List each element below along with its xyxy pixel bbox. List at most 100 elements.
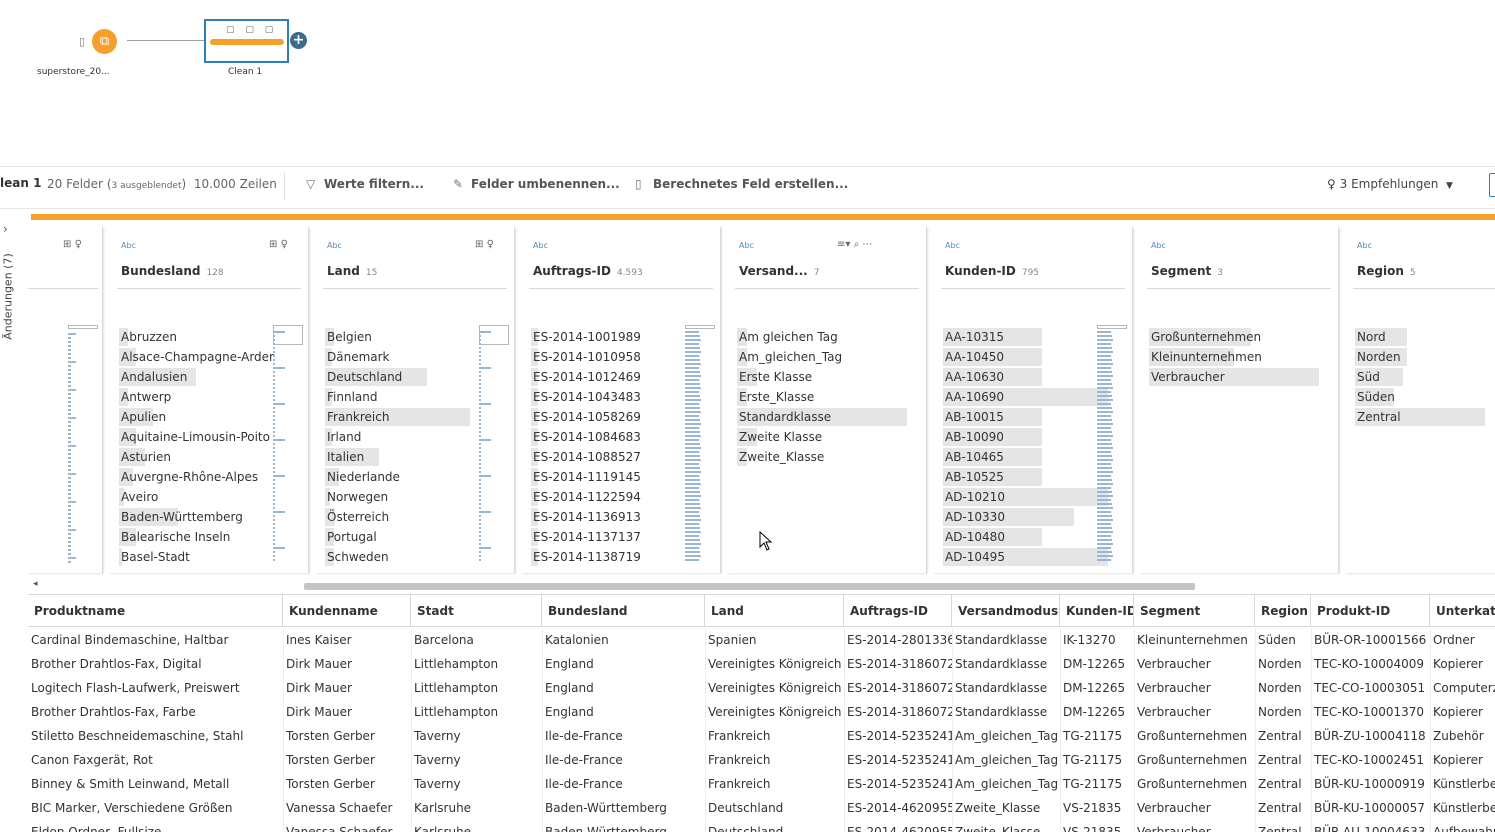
value-item[interactable]: Schweden bbox=[325, 547, 402, 567]
column-header[interactable]: Unterkateg bbox=[1430, 595, 1495, 627]
column-header[interactable]: Produktname bbox=[28, 595, 283, 627]
value-item[interactable]: Am gleichen Tag bbox=[737, 327, 842, 347]
value-item[interactable]: AD-10330 bbox=[943, 507, 1074, 527]
value-item[interactable]: Balearische Inseln bbox=[119, 527, 274, 547]
table-row[interactable]: Brother Drahtlos-Fax, Digital Dirk Mauer L… bbox=[28, 652, 1495, 676]
profile-card-kunden-id[interactable]: Abc Kunden-ID 795 AA-10315 AA-10450 AA-10630 A… bbox=[933, 227, 1133, 573]
profile-card-bundesland[interactable]: Abc Bundesland 128 ⊞ ♀ Abruzzen Alsace-Champa… bbox=[109, 227, 309, 573]
value-item[interactable]: ES-2014-1012469 bbox=[531, 367, 641, 387]
table-row[interactable]: Eldon Ordner, Fullsize Vanessa Schaefer Ka… bbox=[28, 820, 1495, 832]
hidden-fields-link[interactable]: 3 ausgeblendet bbox=[112, 181, 182, 191]
field-name[interactable]: Bundesland 128 bbox=[121, 264, 224, 278]
table-row[interactable]: Binney & Smith Leinwand, Metall Torsten G… bbox=[28, 772, 1495, 796]
filter-values-button[interactable]: ▽ Werte filtern... bbox=[306, 177, 424, 191]
value-item[interactable]: Verbraucher bbox=[1149, 367, 1319, 387]
table-row[interactable]: Canon Faxgerät, Rot Torsten Gerber Taverny… bbox=[28, 748, 1495, 772]
column-header[interactable]: Stadt bbox=[411, 595, 542, 627]
value-item[interactable]: Standardklasse bbox=[737, 407, 907, 427]
value-item[interactable]: Asturien bbox=[119, 447, 274, 467]
column-header[interactable]: Region bbox=[1255, 595, 1311, 627]
field-name[interactable]: Segment 3 bbox=[1151, 264, 1223, 278]
column-header[interactable]: Kunden-ID bbox=[1060, 595, 1134, 627]
table-row[interactable]: Cardinal Bindemaschine, Haltbar Ines Kais… bbox=[28, 628, 1495, 652]
value-item[interactable]: ES-2014-1137137 bbox=[531, 527, 641, 547]
scroll-left-icon[interactable]: ◂ bbox=[33, 579, 38, 589]
column-header[interactable]: Land bbox=[705, 595, 844, 627]
value-item[interactable]: AB-10015 bbox=[943, 407, 1042, 427]
value-item[interactable]: Alsace-Champagne-Arder bbox=[119, 347, 274, 367]
column-header[interactable]: Bundesland bbox=[542, 595, 705, 627]
value-item[interactable]: ES-2014-1119145 bbox=[531, 467, 641, 487]
value-item[interactable]: ES-2014-1043483 bbox=[531, 387, 641, 407]
value-item[interactable]: Erste Klasse bbox=[737, 367, 842, 387]
card-scroll-indicator[interactable] bbox=[685, 325, 715, 329]
field-name[interactable]: Land 15 bbox=[327, 264, 377, 278]
view-toggle-icon[interactable]: ⊞ bbox=[63, 239, 71, 250]
value-item[interactable]: Andalusien bbox=[119, 367, 274, 387]
column-header[interactable]: Segment bbox=[1134, 595, 1255, 627]
chevron-right-icon[interactable]: › bbox=[3, 222, 8, 236]
value-item[interactable]: ES-2014-1138719 bbox=[531, 547, 641, 567]
value-item[interactable]: Österreich bbox=[325, 507, 402, 527]
value-item[interactable]: ES-2014-1010958 bbox=[531, 347, 641, 367]
value-item[interactable]: AB-10090 bbox=[943, 427, 1042, 447]
value-item[interactable]: AA-10690 bbox=[943, 387, 1108, 407]
profile-card-segment[interactable]: Abc Segment 3 Großunternehmen Kleinunternehm… bbox=[1139, 227, 1339, 573]
value-item[interactable]: ES-2014-1084683 bbox=[531, 427, 641, 447]
search-icon[interactable]: ⌕ bbox=[854, 239, 860, 250]
value-item[interactable]: Aquitaine-Limousin-Poito bbox=[119, 427, 274, 447]
value-item[interactable]: AA-10315 bbox=[943, 327, 1042, 347]
value-item[interactable]: Erste_Klasse bbox=[737, 387, 842, 407]
value-item[interactable]: Auvergne-Rhône-Alpes bbox=[119, 467, 274, 487]
value-item[interactable]: Norwegen bbox=[325, 487, 402, 507]
table-row[interactable]: Brother Drahtlos-Fax, Farbe Dirk Mauer Lit… bbox=[28, 700, 1495, 724]
value-item[interactable]: Dänemark bbox=[325, 347, 402, 367]
value-item[interactable]: AB-10525 bbox=[943, 467, 1042, 487]
value-item[interactable]: Deutschland bbox=[325, 367, 427, 387]
value-item[interactable]: Frankreich bbox=[325, 407, 470, 427]
column-header[interactable]: Kundenname bbox=[283, 595, 411, 627]
value-item[interactable]: Baden-Württemberg bbox=[119, 507, 274, 527]
value-item[interactable]: Irland bbox=[325, 427, 402, 447]
card-scroll-indicator[interactable] bbox=[68, 325, 98, 329]
column-header[interactable]: Auftrags-ID bbox=[844, 595, 952, 627]
column-header[interactable]: Produkt-ID bbox=[1311, 595, 1430, 627]
rename-fields-button[interactable]: ✎ Felder umbenennen... bbox=[453, 177, 620, 191]
value-item[interactable]: AA-10450 bbox=[943, 347, 1042, 367]
field-name[interactable]: Region 5 bbox=[1357, 264, 1416, 278]
value-item[interactable]: AD-10210 bbox=[943, 487, 1108, 507]
value-item[interactable]: AA-10630 bbox=[943, 367, 1042, 387]
changes-panel[interactable]: › Änderungen (7) bbox=[0, 220, 18, 370]
value-item[interactable]: Großunternehmen bbox=[1149, 327, 1262, 347]
value-item[interactable]: Süd bbox=[1355, 367, 1403, 387]
changes-label[interactable]: Änderungen (7) bbox=[2, 247, 15, 347]
value-item[interactable]: Italien bbox=[325, 447, 402, 467]
lightbulb-icon[interactable]: ♀ bbox=[281, 239, 288, 250]
value-item[interactable]: Zweite_Klasse bbox=[737, 447, 842, 467]
table-row[interactable]: Stiletto Beschneidemaschine, Stahl Torste… bbox=[28, 724, 1495, 748]
add-step-button[interactable]: + bbox=[290, 32, 307, 49]
view-toggle-icon[interactable]: ⊞ bbox=[269, 239, 277, 250]
value-item[interactable]: Finnland bbox=[325, 387, 402, 407]
value-item[interactable]: Zweite Klasse bbox=[737, 427, 842, 447]
value-item[interactable]: Zentral bbox=[1355, 407, 1485, 427]
lightbulb-icon[interactable]: ♀ bbox=[487, 239, 494, 250]
card-scroll-indicator[interactable] bbox=[1097, 325, 1127, 329]
lightbulb-icon[interactable]: ♀ bbox=[75, 239, 82, 250]
profile-card-region[interactable]: Abc Region 5 Nord Norden Süd Süden Zentral bbox=[1345, 227, 1495, 573]
value-item[interactable]: AD-10480 bbox=[943, 527, 1042, 547]
table-row[interactable]: Logitech Flash-Laufwerk, Preiswert Dirk M… bbox=[28, 676, 1495, 700]
calculated-field-button[interactable]: ▯ Berechnetes Feld erstellen... bbox=[635, 177, 848, 191]
field-name[interactable]: Auftrags-ID 4.593 bbox=[533, 264, 643, 278]
scrollbar-thumb[interactable] bbox=[304, 583, 1195, 590]
value-item[interactable]: Abruzzen bbox=[119, 327, 274, 347]
value-item[interactable]: Belgien bbox=[325, 327, 402, 347]
profile-card-versandmodus[interactable]: Abc Versand... 7 ≡▾ ⌕ ⋯ Am gleichen Tag Am_gl… bbox=[727, 227, 927, 573]
profile-card-auftrags-id[interactable]: Abc Auftrags-ID 4.593 ES-2014-1001989 ES-201… bbox=[521, 227, 721, 573]
value-item[interactable]: Basel-Stadt bbox=[119, 547, 274, 567]
input-node[interactable]: ⧉ bbox=[92, 29, 117, 54]
value-item[interactable]: Süden bbox=[1355, 387, 1401, 407]
horizontal-scrollbar[interactable]: ◂ bbox=[28, 578, 1495, 592]
value-item[interactable]: Aveiro bbox=[119, 487, 274, 507]
value-item[interactable]: Kleinunternehmen bbox=[1149, 347, 1262, 367]
